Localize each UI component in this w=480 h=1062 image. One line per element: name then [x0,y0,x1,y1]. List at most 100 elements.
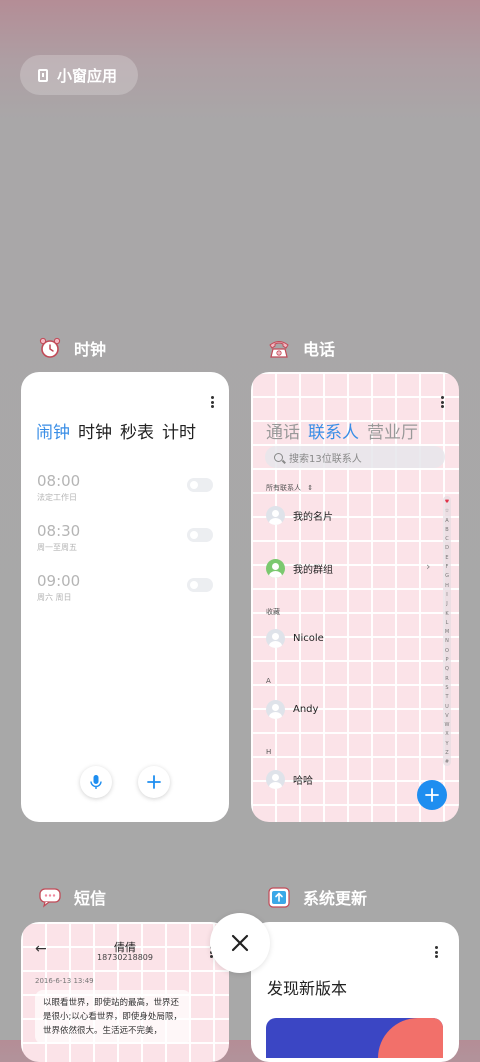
system-update-icon [267,885,291,909]
phone-app-title: 电话 [303,340,336,359]
plus-icon [147,775,161,789]
more-options-icon[interactable] [210,396,214,408]
alarm-toggle[interactable] [187,478,213,492]
chevron-right-icon: › [426,560,431,573]
index-letter[interactable]: ♥ [445,498,449,507]
phone-app-header: 电话 [267,336,335,360]
index-letter[interactable]: J [446,600,447,609]
alarm-clock-icon [38,336,62,360]
floating-window-button[interactable]: 小窗应用 [20,55,138,95]
all-contacts-label: 所有联系人 [266,484,301,492]
section-header: A [266,677,271,685]
phone-app-card[interactable]: 通话 联系人 营业厅 搜索13位联系人 所有联系人 ⇕ 我的名片 我的群组 › … [251,372,459,822]
index-letter[interactable]: S [445,684,448,693]
voice-alarm-button[interactable] [80,766,112,798]
index-letter[interactable]: G [445,572,449,581]
index-letter[interactable]: L [446,619,449,628]
index-letter[interactable]: C [445,535,449,544]
tab-contacts[interactable]: 联系人 [308,418,359,443]
index-letter[interactable]: H [445,582,449,591]
alarm-item[interactable]: 09:00 周六 周日 [37,572,213,603]
alarm-repeat: 法定工作日 [37,493,77,502]
tab-timer[interactable]: 计时 [162,418,196,443]
tab-service-hall[interactable]: 营业厅 [367,418,418,443]
clock-app-header: 时钟 [38,336,106,360]
index-letter[interactable]: B [445,526,448,535]
update-app-card[interactable]: 发现新版本 [251,922,459,1062]
search-placeholder: 搜索13位联系人 [289,453,362,465]
message-bubble: 以眼看世界，即使站的最高，世界还是很小;以心看世界，即使身处局限，世界依然很大。… [35,990,191,1044]
section-header: H [266,748,272,756]
contact-item[interactable]: Nicole [266,629,324,648]
microphone-icon [90,775,102,789]
index-letter[interactable]: T [445,693,448,702]
close-all-button[interactable] [210,913,270,973]
contact-search-input[interactable]: 搜索13位联系人 [265,446,445,468]
contact-item[interactable]: Andy [266,700,318,719]
sms-app-card[interactable]: ← 倩倩 18730218809 2016-6-13 13:49 以眼看世界，即… [21,922,229,1062]
alphabet-index-scrollbar[interactable]: ♥ ☆ A B C D E F G H I J K L M N O P Q R S T U V W X Y Z # [443,496,451,766]
contact-name: 哈哈 [293,776,313,787]
index-letter[interactable]: E [445,554,448,563]
message-timestamp: 2016-6-13 13:49 [35,977,94,985]
index-letter[interactable]: X [445,730,448,739]
clock-app-card[interactable]: 闹钟 时钟 秒表 计时 08:00 法定工作日 08:30 周一至周五 09:0… [21,372,229,822]
contact-item[interactable]: 哈哈 [266,770,313,789]
index-letter[interactable]: P [445,656,448,665]
add-alarm-button[interactable] [138,766,170,798]
contact-name: Andy [293,704,319,715]
contact-name: Nicole [293,633,324,644]
alarm-item[interactable]: 08:30 周一至周五 [37,522,213,553]
tab-calls[interactable]: 通话 [266,418,300,443]
index-letter[interactable]: U [445,703,449,712]
index-letter[interactable]: M [445,628,449,637]
alarm-toggle[interactable] [187,578,213,592]
index-letter[interactable]: I [446,591,447,600]
update-app-title: 系统更新 [303,889,368,908]
message-bubble-icon [38,885,62,909]
alarm-repeat: 周六 周日 [37,593,72,602]
tab-clock[interactable]: 时钟 [78,418,112,443]
index-letter[interactable]: N [445,637,449,646]
avatar [266,506,285,525]
index-letter[interactable]: Q [445,665,449,674]
index-letter[interactable]: # [445,758,449,767]
add-contact-button[interactable] [417,780,447,810]
close-icon [231,934,249,952]
tab-alarm[interactable]: 闹钟 [36,418,70,443]
sms-app-header: 短信 [38,885,106,909]
alarm-toggle[interactable] [187,528,213,542]
index-letter[interactable]: W [445,721,450,730]
sms-app-title: 短信 [74,889,107,908]
floating-window-label: 小窗应用 [57,66,118,85]
index-letter[interactable]: Z [445,749,448,758]
sort-toggle-icon: ⇕ [307,484,314,492]
index-letter[interactable]: V [445,712,448,721]
telephone-icon [267,336,291,360]
index-letter[interactable]: A [445,517,448,526]
more-options-icon[interactable] [440,396,444,408]
search-icon [274,452,283,462]
contact-name: 我的群组 [293,565,333,576]
contact-name: 我的名片 [293,512,333,523]
contact-my-card[interactable]: 我的名片 [266,506,333,525]
index-letter[interactable]: F [446,563,449,572]
tab-stopwatch[interactable]: 秒表 [120,418,154,443]
plus-icon [425,788,439,802]
index-letter[interactable]: ☆ [445,507,449,516]
index-letter[interactable]: Y [445,740,448,749]
alarm-item[interactable]: 08:00 法定工作日 [37,472,213,503]
contact-my-groups[interactable]: 我的群组 [266,559,333,578]
index-letter[interactable]: R [445,675,448,684]
index-letter[interactable]: D [445,544,449,553]
section-header: 收藏 [266,608,280,616]
clock-tabs: 闹钟 时钟 秒表 计时 [36,418,196,443]
all-contacts-filter[interactable]: 所有联系人 ⇕ [266,483,313,493]
index-letter[interactable]: O [445,647,449,656]
index-letter[interactable]: K [445,610,448,619]
more-options-icon[interactable] [434,946,438,958]
update-app-header: 系统更新 [267,885,367,909]
avatar [266,629,285,648]
alarm-repeat: 周一至周五 [37,543,77,552]
update-banner [266,1018,443,1058]
